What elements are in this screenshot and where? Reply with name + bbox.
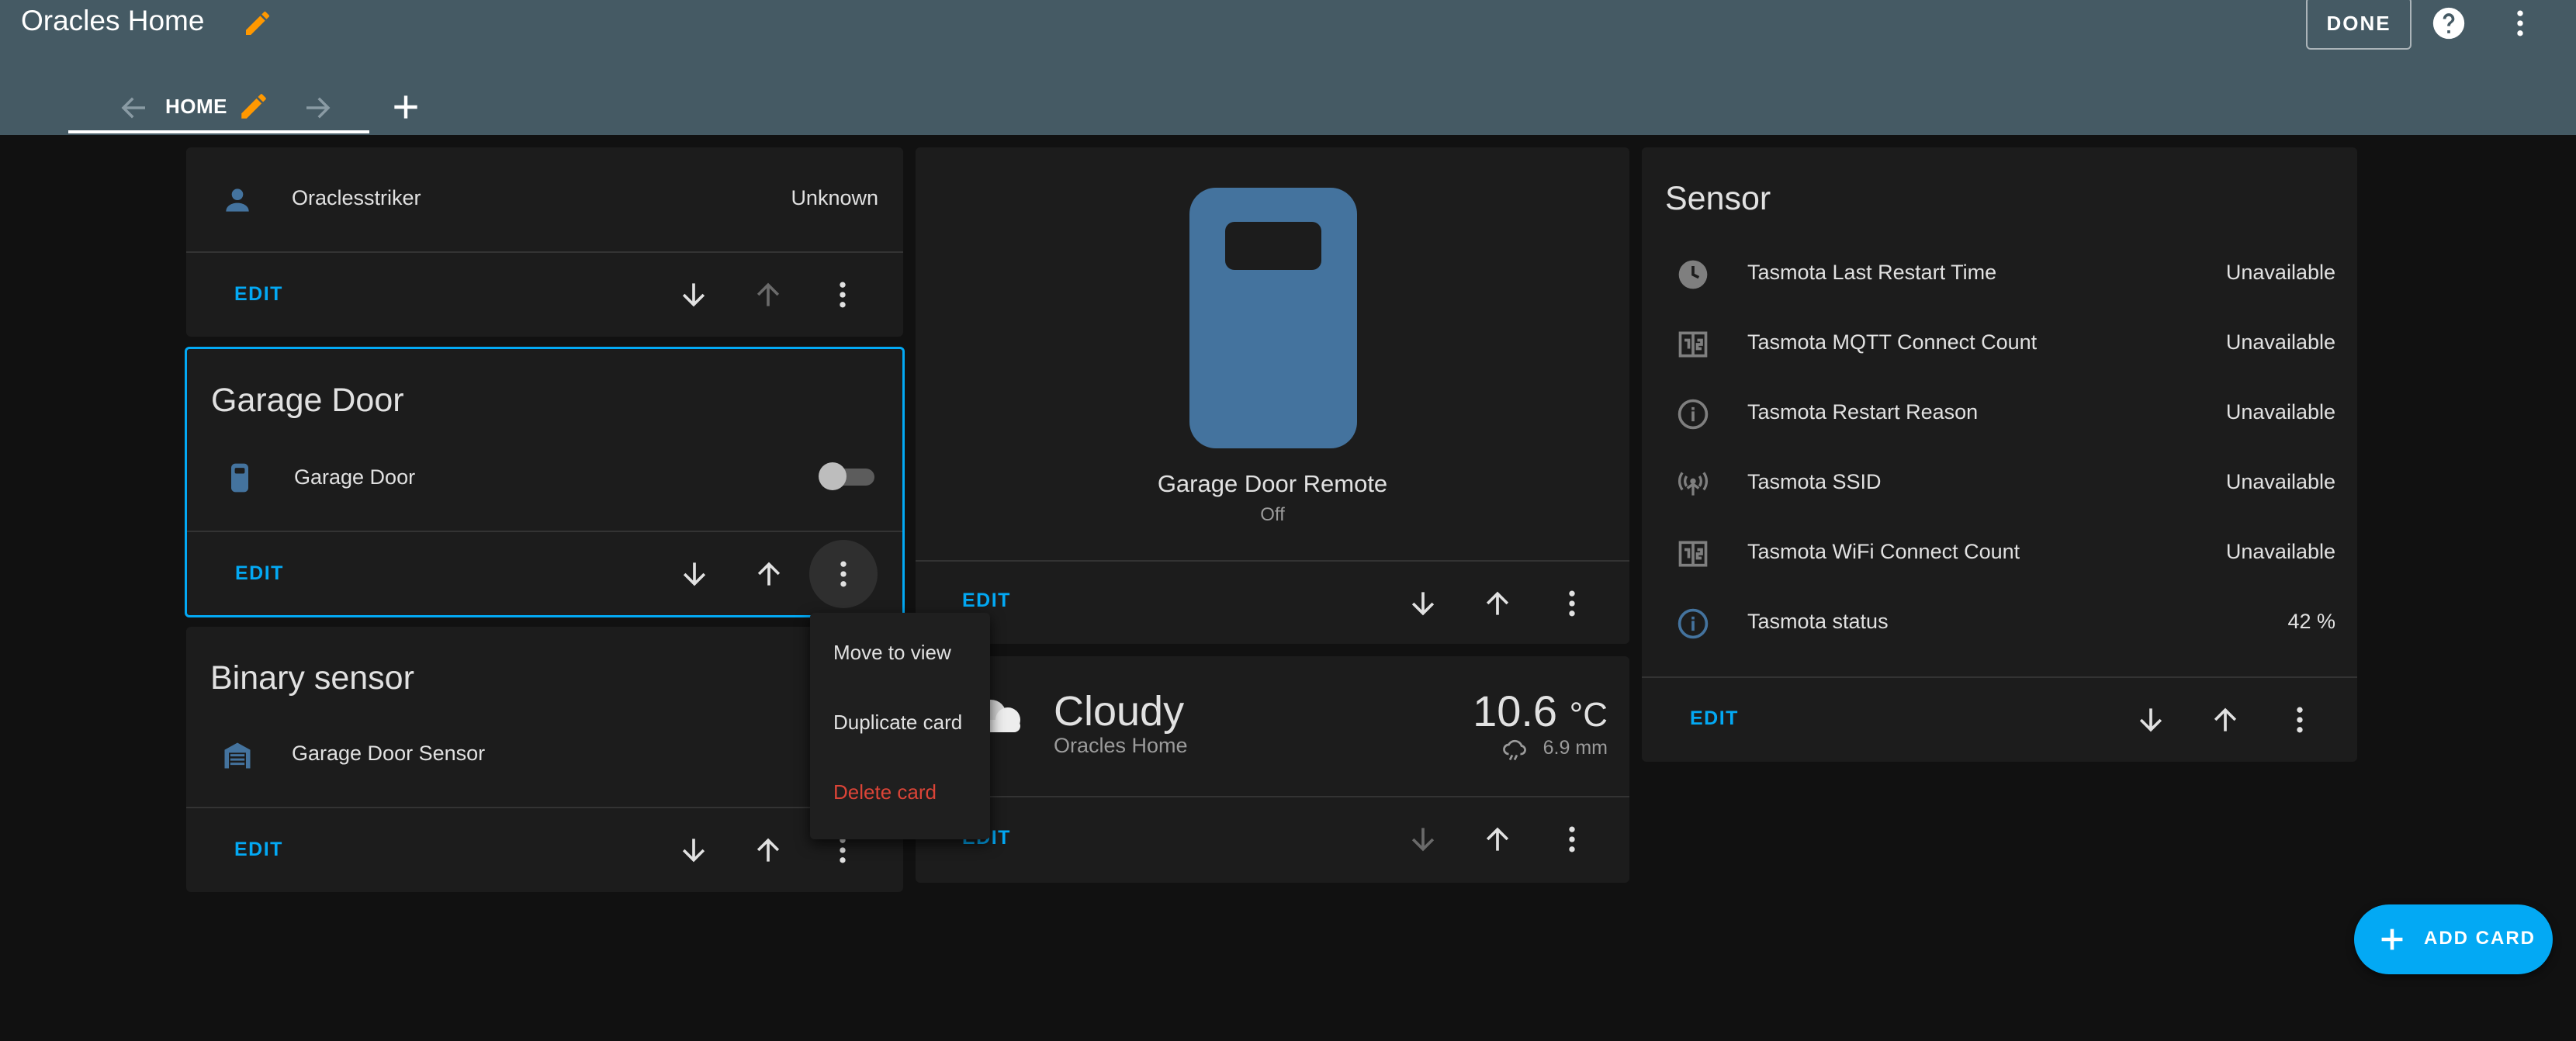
temperature-unit: °C xyxy=(1569,696,1608,734)
garage-door-card: Garage Door Garage Door EDIT xyxy=(185,347,905,617)
card-title: Binary sensor xyxy=(210,659,414,697)
help-icon[interactable] xyxy=(2432,6,2466,40)
arrow-up-icon[interactable] xyxy=(2208,703,2242,737)
arrow-down-icon[interactable] xyxy=(677,833,711,867)
menu-item-delete-card[interactable]: Delete card xyxy=(833,780,937,804)
plus-icon xyxy=(2374,922,2410,957)
edit-card-button[interactable]: EDIT xyxy=(234,283,283,306)
entity-name: Garage Door Remote xyxy=(1157,470,1388,497)
account-icon xyxy=(220,183,254,217)
card-divider xyxy=(186,807,903,808)
plus-icon[interactable] xyxy=(389,90,423,124)
binary-sensor-card: Binary sensor Garage Door Sensor EDIT xyxy=(186,627,903,892)
pencil-icon[interactable] xyxy=(242,8,273,39)
clock-icon xyxy=(1676,258,1710,292)
arrow-down-icon[interactable] xyxy=(677,278,711,312)
info-icon xyxy=(1676,607,1710,641)
more-vertical-icon[interactable] xyxy=(2283,703,2317,737)
arrow-up-icon[interactable] xyxy=(751,278,785,312)
info-icon xyxy=(1676,397,1710,431)
card-title: Sensor xyxy=(1665,180,1771,217)
more-vertical-icon[interactable] xyxy=(826,557,860,591)
card-divider xyxy=(916,560,1629,562)
card-title: Garage Door xyxy=(211,382,404,419)
temperature-value: 10.6 xyxy=(1473,687,1558,735)
arrow-down-icon[interactable] xyxy=(677,557,712,591)
arrow-left-icon[interactable] xyxy=(118,92,151,124)
weather-temperature: 10.6 °C xyxy=(1319,686,1608,736)
entity-state: 42 % xyxy=(2287,610,2335,633)
menu-item-duplicate-card[interactable]: Duplicate card xyxy=(833,711,962,735)
person-card: Oraclesstriker Unknown EDIT xyxy=(186,147,903,337)
entity-state: Unavailable xyxy=(2225,330,2335,354)
menu-item-move-to-view[interactable]: Move to view xyxy=(833,641,951,665)
counter-icon xyxy=(1676,537,1710,571)
arrow-up-icon[interactable] xyxy=(1480,822,1515,856)
arrow-up-icon[interactable] xyxy=(752,557,786,591)
garage-icon xyxy=(220,738,254,773)
entity-state: Unavailable xyxy=(2225,540,2335,563)
entity-name[interactable]: Tasmota SSID xyxy=(1747,470,1882,494)
entity-name[interactable]: Garage Door Sensor xyxy=(292,742,485,766)
tab-home[interactable]: HOME xyxy=(165,95,227,119)
weather-condition: Cloudy xyxy=(1054,688,1185,735)
pencil-icon[interactable] xyxy=(237,90,270,123)
card-divider xyxy=(187,531,902,532)
entity-name[interactable]: Tasmota WiFi Connect Count xyxy=(1747,540,2020,564)
arrow-down-icon[interactable] xyxy=(2134,703,2168,737)
sensor-card: Sensor Tasmota Last Restart Time Unavail… xyxy=(1642,147,2357,762)
add-card-label: ADD CARD xyxy=(2424,928,2536,949)
edit-card-button[interactable]: EDIT xyxy=(234,839,283,861)
arrow-up-icon[interactable] xyxy=(1480,586,1515,621)
add-card-button[interactable]: ADD CARD xyxy=(2354,904,2553,974)
edit-card-button[interactable]: EDIT xyxy=(1690,707,1739,730)
done-button[interactable]: DONE xyxy=(2306,0,2412,50)
active-tab-indicator xyxy=(68,130,369,133)
entity-name[interactable]: Tasmota Restart Reason xyxy=(1747,400,1978,424)
edit-card-button[interactable]: EDIT xyxy=(235,562,284,585)
arrow-up-icon[interactable] xyxy=(751,833,785,867)
card-divider xyxy=(1642,676,2357,678)
counter-icon xyxy=(1676,327,1710,361)
arrow-down-icon[interactable] xyxy=(1406,822,1440,856)
arrow-right-icon[interactable] xyxy=(301,92,334,124)
garage-remote-icon xyxy=(223,461,257,495)
entity-name[interactable]: Tasmota status xyxy=(1747,610,1889,634)
entity-state: Unavailable xyxy=(2225,400,2335,424)
card-options-menu: Move to view Duplicate card Delete card xyxy=(810,613,990,839)
entity-state: Off xyxy=(1260,504,1285,525)
app-header: Oracles Home DONE HOME xyxy=(0,0,2576,135)
dashboard-title: Oracles Home xyxy=(21,5,205,36)
entity-state: Unavailable xyxy=(2225,261,2335,284)
entity-name[interactable]: Oraclesstriker xyxy=(292,186,421,210)
arrow-down-icon[interactable] xyxy=(1406,586,1440,621)
toggle-thumb xyxy=(819,462,847,490)
more-vertical-icon[interactable] xyxy=(1555,586,1589,621)
entity-name[interactable]: Tasmota MQTT Connect Count xyxy=(1747,330,2037,354)
entity-name[interactable]: Garage Door xyxy=(294,465,415,489)
more-vertical-icon[interactable] xyxy=(826,278,860,312)
more-vertical-icon[interactable] xyxy=(2503,6,2537,40)
card-divider xyxy=(186,251,903,253)
entity-toggle[interactable] xyxy=(819,462,874,490)
edit-card-button[interactable]: EDIT xyxy=(962,590,1011,612)
entity-state: Unavailable xyxy=(2225,470,2335,493)
card-divider xyxy=(916,796,1629,797)
remote-window xyxy=(1225,222,1321,270)
weather-location: Oracles Home xyxy=(1054,734,1188,757)
entity-name[interactable]: Tasmota Last Restart Time xyxy=(1747,261,1996,285)
garage-remote-icon[interactable] xyxy=(1189,188,1357,448)
weather-precipitation: 6.9 mm xyxy=(1542,737,1608,759)
entity-state: Unknown xyxy=(791,186,878,209)
wifi-antenna-icon xyxy=(1676,467,1710,501)
more-vertical-icon[interactable] xyxy=(1555,822,1589,856)
